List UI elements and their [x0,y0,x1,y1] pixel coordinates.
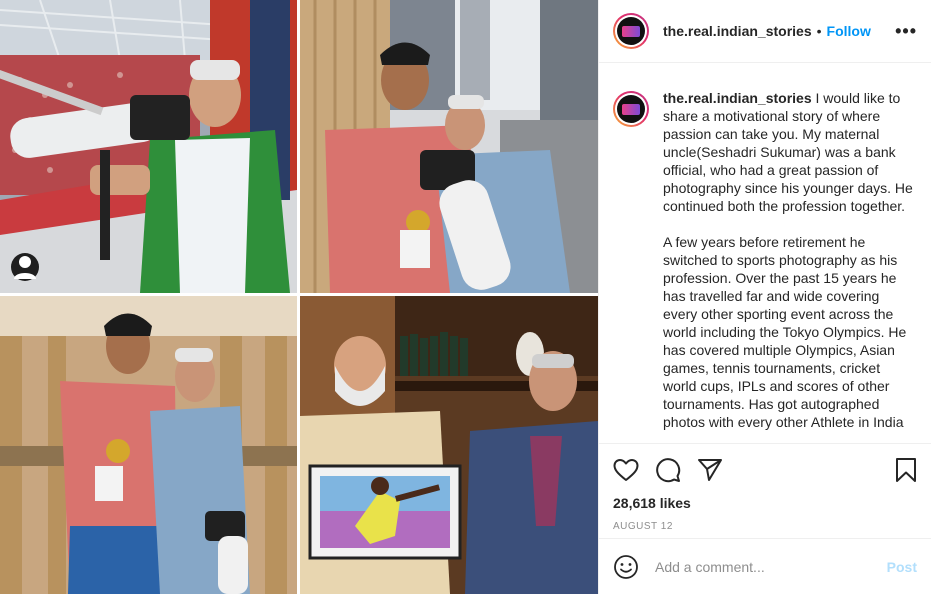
like-count[interactable]: 28,618 likes [613,495,917,511]
caption-paragraph-2: A few years before retirement he switche… [663,234,907,430]
caption-paragraph-1: I would like to share a motivational sto… [663,90,913,214]
photo-framed-print-presentation [300,296,598,594]
user-tag-icon[interactable] [11,253,39,281]
post-date: AUGUST 12 [613,521,673,532]
instagram-post: the.real.indian_stories • Follow ••• the… [0,0,931,594]
profile-logo-icon [622,25,640,37]
caption-avatar[interactable] [613,91,649,127]
action-icons [613,454,917,486]
photo-athlete-with-medal [0,296,297,594]
heart-icon[interactable] [613,458,639,482]
photo-stadium-photographer [0,0,297,293]
avatar[interactable] [613,13,649,49]
post-header: the.real.indian_stories • Follow ••• [599,0,931,63]
post-image-collage[interactable] [0,0,598,594]
caption-username[interactable]: the.real.indian_stories [663,90,812,106]
bookmark-icon[interactable] [895,457,917,483]
add-comment-bar: Post [599,538,931,594]
post-sidebar: the.real.indian_stories • Follow ••• the… [598,0,931,594]
caption-area[interactable]: the.real.indian_stories I would like to … [599,63,931,443]
separator-dot: • [816,23,822,39]
caption-text: the.real.indian_stories I would like to … [663,89,917,443]
emoji-icon[interactable] [613,554,639,580]
header-username[interactable]: the.real.indian_stories [663,23,812,39]
comment-input[interactable] [653,557,887,576]
more-options-button[interactable]: ••• [895,21,917,42]
caption: the.real.indian_stories I would like to … [613,89,917,443]
photo-athlete-with-camera [300,0,598,293]
share-icon[interactable] [697,458,723,482]
comment-icon[interactable] [655,457,681,483]
profile-logo-icon [622,103,640,115]
post-comment-button[interactable]: Post [887,559,917,575]
post-actions: 28,618 likes AUGUST 12 [599,443,931,538]
follow-button[interactable]: Follow [827,23,871,39]
